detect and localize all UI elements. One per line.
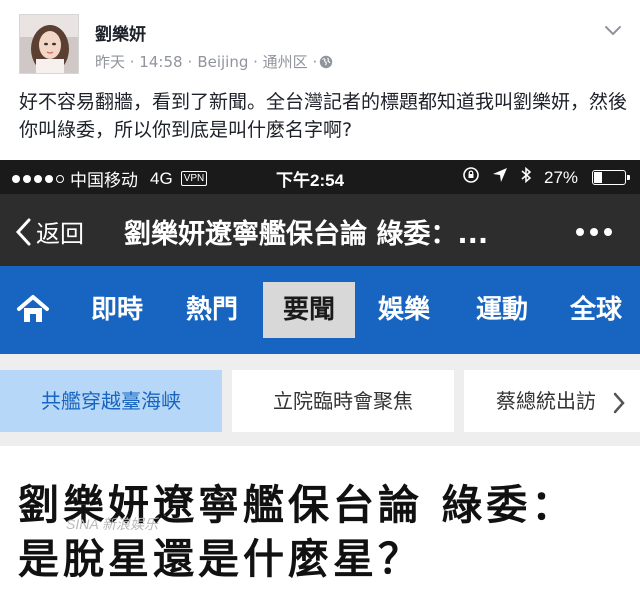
- topic-chip-bar: 共艦穿越臺海峡 立院臨時會聚焦 蔡總統出訪: [0, 354, 640, 446]
- status-time: 下午2:54: [276, 171, 345, 190]
- back-button[interactable]: 返回: [14, 214, 84, 249]
- topic-chip[interactable]: 共艦穿越臺海峡: [0, 370, 222, 432]
- tab-entertainment[interactable]: 娛樂: [364, 282, 444, 338]
- back-chevron-icon: [15, 218, 31, 245]
- vpn-badge: VPN: [180, 171, 208, 186]
- facebook-post: 劉樂妍 昨天 · 14:58 · Beijing · 通州区 · 好不容易翻牆，…: [0, 0, 640, 160]
- back-label: 返回: [36, 220, 84, 248]
- battery-level: [594, 172, 603, 183]
- chevron-down-icon[interactable]: [604, 22, 622, 36]
- signal-strength-icon: [12, 174, 64, 183]
- lock-rotation-icon: [462, 166, 480, 189]
- home-icon[interactable]: [16, 294, 50, 328]
- post-meta: 昨天 · 14:58 · Beijing · 通州区 ·: [95, 51, 333, 72]
- chevron-right-icon[interactable]: [611, 391, 627, 419]
- carrier-name: 中国移动: [70, 171, 138, 190]
- more-icon[interactable]: [576, 228, 612, 236]
- tab-popular[interactable]: 熱門: [172, 282, 252, 338]
- post-time[interactable]: 昨天 · 14:58: [95, 51, 183, 72]
- attached-screenshot[interactable]: 中国移动 4G VPN 下午2:54 27% 返回 劉樂妍遼寧艦保台論 綠委：.…: [0, 160, 640, 595]
- app-nav-bar: 返回 劉樂妍遼寧艦保台論 綠委：...: [0, 194, 640, 266]
- bluetooth-icon: [520, 166, 532, 189]
- headline-line: 是脫星還是什麼星？: [18, 535, 423, 583]
- globe-icon: [319, 55, 333, 69]
- watermark: SINA 新浪娱乐: [66, 516, 159, 532]
- tab-headlines[interactable]: 要聞: [263, 282, 355, 338]
- avatar[interactable]: [19, 14, 79, 74]
- tab-sports[interactable]: 運動: [462, 282, 542, 338]
- topic-chip[interactable]: 立院臨時會聚焦: [232, 370, 454, 432]
- category-tab-bar: 即時 熱門 要聞 娛樂 運動 全球: [0, 266, 640, 354]
- post-location[interactable]: Beijing · 通州区 ·: [197, 51, 317, 72]
- phone-status-bar: 中国移动 4G VPN 下午2:54 27%: [0, 160, 640, 194]
- nav-title: 劉樂妍遼寧艦保台論 綠委：...: [124, 219, 489, 250]
- tab-instant[interactable]: 即時: [80, 282, 154, 338]
- tab-global[interactable]: 全球: [558, 282, 634, 338]
- battery-percent: 27%: [544, 167, 579, 187]
- post-text: 好不容易翻牆，看到了新聞。全台灣記者的標題都知道我叫劉樂妍，然後你叫綠委，所以你…: [19, 91, 628, 141]
- author-name[interactable]: 劉樂妍: [95, 20, 146, 45]
- meta-separator: ·: [187, 52, 193, 71]
- location-icon: [492, 167, 508, 188]
- battery-icon: [592, 170, 631, 185]
- network-type: 4G: [150, 168, 173, 188]
